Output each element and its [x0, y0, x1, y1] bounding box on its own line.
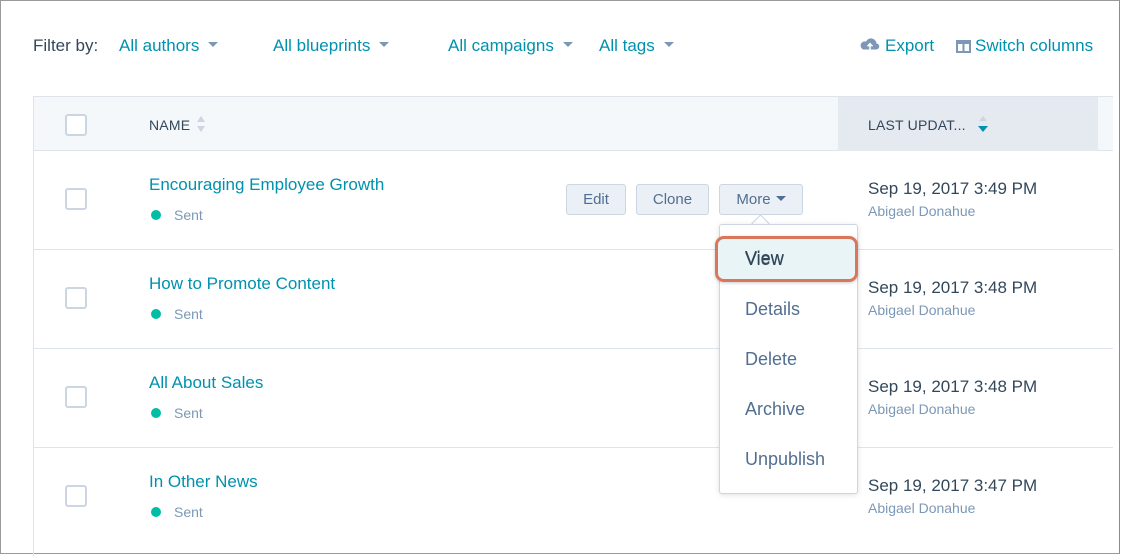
table-row: In Other News Sent Sep 19, 2017 3:47 PM …	[33, 448, 1113, 547]
email-title-link[interactable]: Encouraging Employee Growth	[149, 175, 384, 195]
columns-icon	[956, 40, 971, 53]
column-header-name[interactable]: NAME	[149, 116, 206, 135]
row-checkbox[interactable]	[65, 386, 87, 408]
last-updated-author: Abigael Donahue	[868, 302, 976, 318]
filter-campaigns-label: All campaigns	[448, 36, 554, 55]
table-row: How to Promote Content Sent Sep 19, 2017…	[33, 250, 1113, 349]
status-label: Sent	[174, 504, 203, 520]
status-label: Sent	[174, 405, 203, 421]
switch-columns-link[interactable]: Switch columns	[956, 36, 1093, 56]
export-label: Export	[885, 36, 935, 55]
filter-blueprints-dropdown[interactable]: All blueprints	[273, 36, 390, 56]
last-updated-author: Abigael Donahue	[868, 401, 976, 417]
sort-descending-icon	[977, 116, 988, 133]
filter-authors-dropdown[interactable]: All authors	[119, 36, 219, 56]
select-all-checkbox[interactable]	[65, 114, 87, 136]
column-header-last-updated[interactable]: LAST UPDAT...	[868, 116, 990, 135]
menu-item-delete[interactable]: Delete	[720, 339, 857, 379]
email-title-link[interactable]: In Other News	[149, 472, 258, 492]
sort-icon	[197, 116, 206, 133]
filter-label: Filter by:	[33, 36, 99, 55]
column-header-last-updated-label: LAST UPDAT...	[868, 117, 966, 133]
status-badge: Sent	[151, 207, 203, 223]
row-checkbox[interactable]	[65, 485, 87, 507]
more-label: More	[736, 191, 771, 208]
table-row: Encouraging Employee Growth Sent Edit Cl…	[33, 151, 1113, 250]
column-header-name-label: NAME	[149, 117, 191, 133]
filter-tags-label: All tags	[599, 36, 655, 55]
chevron-down-icon	[775, 195, 786, 201]
email-title-link[interactable]: How to Promote Content	[149, 274, 335, 294]
status-badge: Sent	[151, 504, 203, 520]
status-dot-icon	[151, 408, 161, 418]
more-dropdown-button[interactable]: More	[719, 184, 803, 215]
status-badge: Sent	[151, 405, 203, 421]
status-dot-icon	[151, 309, 161, 319]
export-link[interactable]: Export	[859, 36, 934, 56]
last-updated-date: Sep 19, 2017 3:48 PM	[868, 377, 1038, 396]
filter-tags-dropdown[interactable]: All tags	[599, 36, 674, 56]
status-dot-icon	[151, 507, 161, 517]
table-header: NAME LAST UPDAT...	[33, 96, 1113, 151]
switch-columns-label: Switch columns	[975, 36, 1094, 55]
menu-item-details[interactable]: Details	[720, 289, 857, 329]
table-row: All About Sales Sent Sep 19, 2017 3:48 P…	[33, 349, 1113, 448]
menu-item-archive[interactable]: Archive	[720, 389, 857, 429]
status-label: Sent	[174, 306, 203, 322]
last-updated-author: Abigael Donahue	[868, 500, 976, 516]
filter-blueprints-label: All blueprints	[273, 36, 371, 55]
chevron-down-icon	[379, 42, 390, 48]
row-checkbox[interactable]	[65, 287, 87, 309]
filter-bar: Filter by: All authors All blueprints Al…	[33, 36, 1102, 60]
email-title-link[interactable]: All About Sales	[149, 373, 263, 393]
clone-button[interactable]: Clone	[636, 184, 709, 215]
menu-item-unpublish[interactable]: Unpublish	[720, 439, 857, 479]
chevron-down-icon	[663, 42, 674, 48]
cloud-upload-icon	[860, 38, 880, 50]
last-updated-author: Abigael Donahue	[868, 203, 976, 219]
chevron-down-icon	[562, 42, 573, 48]
status-badge: Sent	[151, 306, 203, 322]
chevron-down-icon	[208, 42, 219, 48]
status-label: Sent	[174, 207, 203, 223]
status-dot-icon	[151, 210, 161, 220]
last-updated-date: Sep 19, 2017 3:48 PM	[868, 278, 1038, 297]
edit-button[interactable]: Edit	[566, 184, 626, 215]
menu-item-view-highlighted[interactable]: View	[720, 238, 857, 278]
row-checkbox[interactable]	[65, 188, 87, 210]
filter-campaigns-dropdown[interactable]: All campaigns	[448, 36, 573, 56]
last-updated-date: Sep 19, 2017 3:49 PM	[868, 179, 1038, 198]
last-updated-date: Sep 19, 2017 3:47 PM	[868, 476, 1038, 495]
filter-authors-label: All authors	[119, 36, 200, 55]
